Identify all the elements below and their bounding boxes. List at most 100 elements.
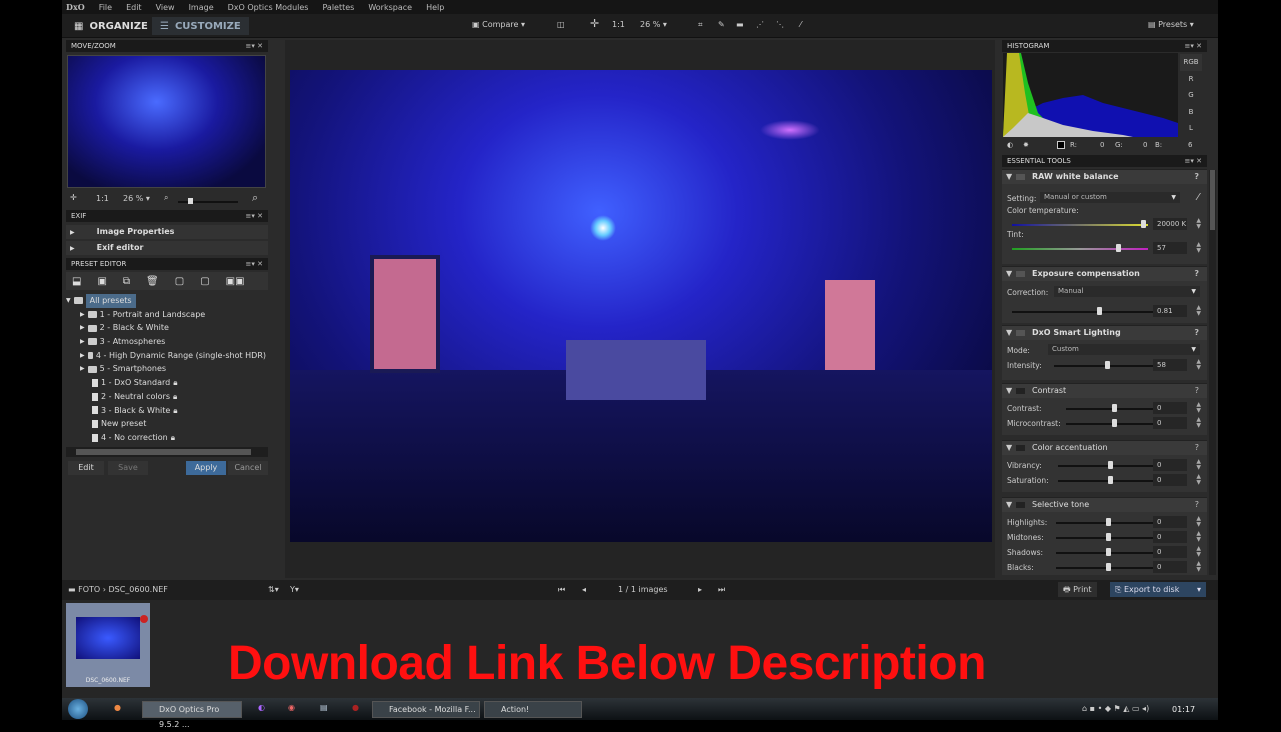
- contrast-value[interactable]: 0: [1153, 402, 1187, 414]
- save-button[interactable]: Save: [108, 461, 148, 475]
- repair-icon[interactable]: ✎: [718, 20, 725, 29]
- color-accentuation-header[interactable]: ▼ Color accentuation?: [1002, 441, 1207, 455]
- clock[interactable]: 01:17: [1172, 705, 1195, 714]
- zoom-out-icon[interactable]: ⌕: [164, 193, 168, 203]
- wb-setting-select[interactable]: Manual or custom: [1040, 192, 1180, 203]
- export-icon[interactable]: ▢: [200, 276, 209, 287]
- panel-close-icon[interactable]: ≡▾ ✕: [246, 40, 263, 52]
- folder-path[interactable]: ▬ FOTO › DSC_0600.NEF: [68, 585, 168, 594]
- spinner-icon[interactable]: ▲ ▼: [1196, 359, 1201, 371]
- exif-image-properties[interactable]: ▶ Image Properties: [66, 225, 268, 239]
- filmstrip-thumbnail[interactable]: DSC_0600.NEF: [66, 603, 150, 687]
- highlights-slider-knob[interactable]: [1105, 518, 1111, 526]
- new-folder-icon[interactable]: ▣: [97, 276, 106, 287]
- picker-icon[interactable]: ⁄: [800, 20, 801, 29]
- apply-button[interactable]: Apply: [186, 461, 226, 475]
- exposure-header[interactable]: ▼ Exposure compensation?: [1002, 267, 1207, 281]
- shadow-clip-icon[interactable]: ◐: [1007, 141, 1013, 149]
- panel-close-icon[interactable]: ≡▾ ✕: [246, 258, 263, 270]
- eyedropper-icon[interactable]: ⁄: [1197, 192, 1199, 203]
- tree-item-preset[interactable]: 1 - DxO Standard 🔒︎: [66, 376, 266, 390]
- help-icon[interactable]: ?: [1195, 441, 1199, 455]
- spinner-icon[interactable]: ▲ ▼: [1196, 218, 1201, 230]
- spinner-icon[interactable]: ▲ ▼: [1196, 474, 1201, 486]
- channel-b[interactable]: B: [1180, 104, 1202, 121]
- tree-item-folder[interactable]: ▶ 5 - Smartphones: [66, 362, 266, 376]
- presets-button[interactable]: ▤ Presets ▾: [1148, 20, 1194, 29]
- highlight-clip-icon[interactable]: ✸: [1023, 141, 1029, 149]
- blacks-value[interactable]: 0: [1153, 561, 1187, 573]
- channel-r[interactable]: R: [1180, 71, 1202, 88]
- zoom-select[interactable]: 26 % ▾: [123, 194, 150, 203]
- spinner-icon[interactable]: ▲ ▼: [1196, 516, 1201, 528]
- spinner-icon[interactable]: ▲ ▼: [1196, 305, 1201, 317]
- zoom-1-1[interactable]: 1:1: [96, 194, 109, 203]
- exposure-slider[interactable]: [1012, 311, 1158, 313]
- start-button[interactable]: [68, 699, 88, 719]
- temp-slider[interactable]: [1012, 224, 1148, 226]
- saturation-slider-knob[interactable]: [1107, 476, 1113, 484]
- shadows-slider-knob[interactable]: [1105, 548, 1111, 556]
- spinner-icon[interactable]: ▲ ▼: [1196, 459, 1201, 471]
- zoom-slider[interactable]: [178, 198, 238, 204]
- new-preset-icon[interactable]: ⬓: [72, 276, 81, 287]
- menu-modules[interactable]: DxO Optics Modules: [228, 3, 309, 12]
- cancel-button[interactable]: Cancel: [228, 461, 268, 475]
- spinner-icon[interactable]: ▲ ▼: [1196, 561, 1201, 573]
- delete-icon[interactable]: 🗑: [146, 276, 159, 287]
- app-icon[interactable]: ◐: [258, 703, 265, 712]
- spinner-icon[interactable]: ▲ ▼: [1196, 531, 1201, 543]
- temp-slider-knob[interactable]: [1141, 220, 1147, 228]
- filter-icon[interactable]: Y▾: [290, 585, 299, 594]
- spinner-icon[interactable]: ▲ ▼: [1196, 546, 1201, 558]
- zoom-slider-knob[interactable]: [188, 198, 193, 204]
- volume-icon[interactable]: ⋱: [776, 20, 784, 29]
- move-icon[interactable]: ✛: [70, 193, 77, 202]
- microcontrast-slider-knob[interactable]: [1111, 419, 1117, 427]
- menu-view[interactable]: View: [156, 3, 175, 12]
- tree-item-folder[interactable]: ▶ 4 - High Dynamic Range (single-shot HDR…: [66, 349, 266, 363]
- intensity-slider-knob[interactable]: [1104, 361, 1110, 369]
- midtones-value[interactable]: 0: [1153, 531, 1187, 543]
- mode-select[interactable]: Custom: [1048, 344, 1200, 355]
- channel-rgb[interactable]: RGB: [1180, 54, 1202, 71]
- tint-slider[interactable]: [1012, 248, 1148, 250]
- compare-button[interactable]: ▣ Compare ▾: [472, 20, 525, 29]
- tools-scrollbar[interactable]: [1209, 170, 1216, 575]
- task-action[interactable]: Action!: [484, 701, 582, 718]
- midtones-slider-knob[interactable]: [1105, 533, 1111, 541]
- app-icon[interactable]: ●: [352, 703, 359, 712]
- blacks-slider-knob[interactable]: [1105, 563, 1111, 571]
- selective-tone-header[interactable]: ▼ Selective tone?: [1002, 498, 1207, 512]
- scrollbar-thumb[interactable]: [1210, 170, 1215, 230]
- system-tray-icons[interactable]: ⌂ ▪ • ◆ ⚑ ◭ ▭ ◂): [1082, 704, 1149, 713]
- tab-organize[interactable]: ▦ ORGANIZE: [66, 17, 156, 35]
- menu-image[interactable]: Image: [189, 3, 214, 12]
- apply-preset-icon[interactable]: ▢: [175, 276, 184, 287]
- explorer-icon[interactable]: ▤: [320, 703, 328, 712]
- app-icon[interactable]: ◉: [288, 703, 295, 712]
- zoom-select[interactable]: 26 % ▾: [640, 20, 667, 29]
- tree-item-all-presets[interactable]: ▼ All presets: [66, 294, 266, 308]
- menu-file[interactable]: File: [99, 3, 112, 12]
- correction-select[interactable]: Manual: [1054, 286, 1200, 297]
- help-icon[interactable]: ?: [1195, 384, 1199, 398]
- edit-button[interactable]: Edit: [68, 461, 104, 475]
- smart-lighting-header[interactable]: ▼ DxO Smart Lighting?: [1002, 326, 1207, 340]
- main-photo[interactable]: [290, 70, 992, 542]
- task-dxo[interactable]: DxO Optics Pro 9.5.2 ...: [142, 701, 242, 729]
- menu-palettes[interactable]: Palettes: [322, 3, 354, 12]
- tree-item-preset[interactable]: New preset: [66, 417, 266, 431]
- exif-editor[interactable]: ▶ Exif editor: [66, 241, 268, 255]
- move-icon[interactable]: ✛: [590, 17, 599, 30]
- zoom-in-icon[interactable]: ⌕: [252, 191, 258, 205]
- help-icon[interactable]: ?: [1194, 170, 1199, 184]
- panel-close-icon[interactable]: ≡▾ ✕: [1185, 40, 1202, 52]
- menu-help[interactable]: Help: [426, 3, 444, 12]
- panel-close-icon[interactable]: ≡▾ ✕: [246, 210, 263, 222]
- tree-item-preset[interactable]: 3 - Black & White 🔒︎: [66, 404, 266, 418]
- print-button[interactable]: 🖶︎ Print: [1058, 582, 1097, 597]
- tree-horizontal-scrollbar[interactable]: [66, 447, 268, 457]
- vibrancy-slider-knob[interactable]: [1107, 461, 1113, 469]
- prev-image-icon[interactable]: ◂: [582, 585, 586, 594]
